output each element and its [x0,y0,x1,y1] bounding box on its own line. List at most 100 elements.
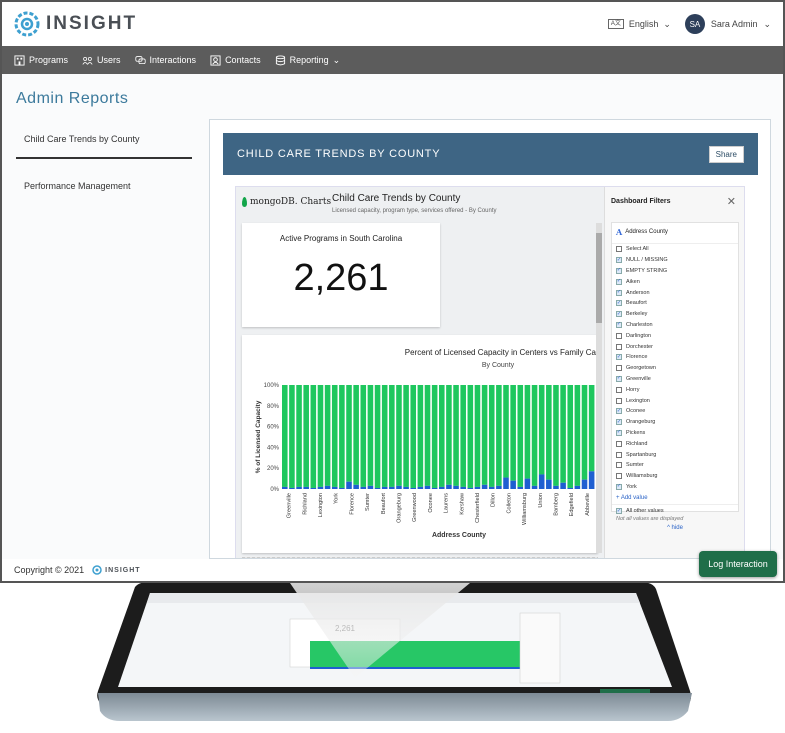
filter-option[interactable]: Sumter [612,460,738,471]
bar-blue [439,486,445,489]
bar-blue [282,486,288,489]
checkbox[interactable]: ✓ [616,278,622,285]
checkbox[interactable] [616,332,622,339]
hide-link[interactable]: ^ hide [612,523,738,533]
bar-green [417,385,424,487]
filter-option[interactable]: ✓ Orangeburg [612,417,738,428]
filter-option[interactable]: ✓ Florence [612,352,738,363]
checkbox[interactable] [616,246,622,253]
filter-option[interactable]: Horry [612,384,738,395]
filter-option[interactable]: ✓ EMPTY STRING [612,266,738,277]
filter-option-label: Lexington [626,397,650,404]
x-tick-label: Orangeburg [397,493,403,523]
scrollbar-thumb[interactable] [596,233,602,323]
bar-green [374,385,381,488]
bar-green [517,385,524,487]
bar-green [431,385,438,488]
y-tick-label: 20% [267,466,280,472]
filter-option[interactable]: Dorchester [612,341,738,352]
checkbox[interactable] [616,365,622,372]
nav-contacts[interactable]: Contacts [210,54,261,66]
tablet-illustration: 2,261 [0,582,785,728]
filter-option[interactable]: ✓ Beaufort [612,298,738,309]
nav-interactions[interactable]: Interactions [134,55,196,66]
nav-reporting[interactable]: Reporting ⌄ [275,54,340,66]
filter-option[interactable]: ✓ Berkeley [612,309,738,320]
checkbox[interactable]: ✓ [616,300,622,307]
filter-option[interactable]: ✓ Oconee [612,406,738,417]
checkbox[interactable]: ✓ [616,508,622,515]
filter-option[interactable]: Richland [612,438,738,449]
insight-logo-icon [92,565,102,575]
copyright: Copyright © 2021 [14,565,85,575]
avatar: SA [684,14,705,34]
user-menu[interactable]: SA Sara Admin ⌄ [684,14,771,34]
checkbox[interactable]: ✓ [616,429,622,436]
sidebar-item-performance-management[interactable]: Performance Management [16,171,192,201]
filter-option[interactable]: Spartanburg [612,449,738,460]
bar-green [353,385,359,485]
checkbox[interactable]: ✓ [616,483,622,490]
dashboard-title: Child Care Trends by County [332,193,461,204]
checkbox[interactable] [616,397,622,404]
bar-green [453,385,459,486]
add-value-link[interactable]: + Add value [612,492,738,504]
checkbox[interactable] [616,451,622,458]
filter-option[interactable]: ✓ Greenville [612,374,738,385]
checkbox[interactable]: ✓ [616,311,622,318]
report-sidebar: Child Care Trends by County Performance … [16,124,192,201]
nav-programs[interactable]: Programs [14,54,68,66]
checkbox[interactable]: ✓ [616,375,622,382]
insight-logo-icon [14,11,40,37]
x-tick-label: Williamsburg [522,493,528,525]
vertical-scrollbar[interactable] [596,223,602,553]
checkbox[interactable] [616,440,622,447]
brand-logo[interactable]: INSIGHT [14,11,137,37]
filter-option[interactable]: Georgetown [612,363,738,374]
language-selector[interactable]: A文 English ⌄ [607,19,671,30]
filter-option[interactable]: Lexington [612,395,738,406]
filter-option-label: Georgetown [626,365,656,372]
filter-box: A Address County Select All ✓ NULL / MISS… [611,222,739,531]
bar-green [310,385,317,488]
x-tick-label: Greenville [287,493,293,518]
checkbox[interactable] [616,386,622,393]
filter-option-label: Berkeley [626,311,648,318]
nav-users[interactable]: Users [82,55,121,66]
bar-blue [317,486,324,489]
filter-option[interactable]: ✓ Anderson [612,287,738,298]
checkbox[interactable]: ✓ [616,354,622,361]
checkbox[interactable] [616,343,622,350]
filter-option-label: Aiken [626,278,640,285]
filter-option[interactable]: ✓ Aiken [612,276,738,287]
bar-green [488,385,495,487]
bar-blue [446,484,452,489]
select-all-checkbox[interactable]: Select All [612,244,738,255]
checkbox[interactable]: ✓ [616,321,622,328]
checkbox[interactable] [616,462,622,469]
filter-option[interactable]: Williamsburg [612,471,738,482]
filter-option[interactable]: ✓ NULL / MISSING [612,255,738,266]
app-window: INSIGHT A文 English ⌄ SA Sara Admin ⌄ Pro… [0,0,785,583]
log-interaction-button[interactable]: Log Interaction [699,551,777,577]
filter-option[interactable]: ✓ Pickens [612,428,738,439]
checkbox[interactable]: ✓ [616,267,622,274]
bar-blue [503,477,509,489]
y-tick-label: 0% [270,487,279,493]
database-icon [275,54,285,65]
filter-option-label: Horry [626,386,640,393]
filter-option[interactable]: ✓ Charleston [612,320,738,331]
checkbox[interactable]: ✓ [616,408,622,415]
checkbox[interactable]: ✓ [616,257,622,264]
checkbox[interactable]: ✓ [616,419,622,426]
share-button[interactable]: Share [708,145,744,163]
other-values-checkbox[interactable]: ✓ All other values [612,504,738,515]
filter-option[interactable]: ✓ York [612,482,738,493]
bar-green [567,385,574,488]
filter-option[interactable]: Darlington [612,330,738,341]
checkbox[interactable] [616,473,622,480]
bar-green [424,385,431,486]
checkbox[interactable]: ✓ [616,289,622,296]
close-icon[interactable]: ✕ [727,195,736,208]
sidebar-item-child-care-trends[interactable]: Child Care Trends by County [16,124,192,159]
